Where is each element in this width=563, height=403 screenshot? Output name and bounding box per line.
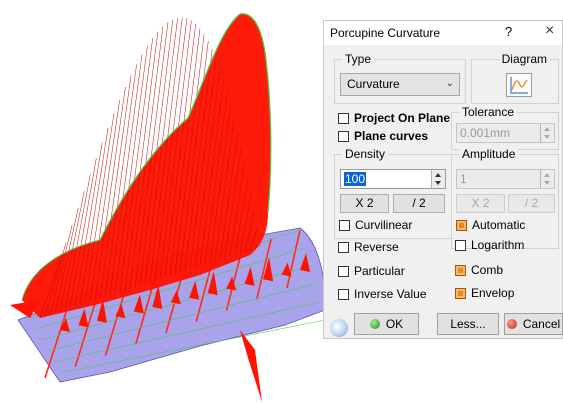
diagram-group-label: Diagram	[498, 52, 550, 66]
tolerance-group: Tolerance 0.001mm	[451, 105, 559, 150]
density-group-label: Density	[342, 147, 389, 161]
type-group-label: Type	[342, 52, 375, 66]
tolerance-field[interactable]: 0.001mm	[456, 123, 555, 143]
comb-label: Comb	[471, 263, 504, 277]
cancel-label: Cancel	[522, 317, 561, 331]
checkbox-box	[338, 288, 349, 300]
checkbox-box-checked	[456, 219, 467, 231]
status-orb-icon	[330, 319, 348, 337]
density-divide-button[interactable]: / 2	[393, 194, 445, 213]
type-group: Type Curvature ⌄	[334, 52, 466, 104]
amplitude-group-label: Amplitude	[459, 147, 519, 161]
checkbox-box-checked	[455, 287, 466, 299]
automatic-label: Automatic	[472, 218, 526, 232]
particular-label: Particular	[354, 264, 405, 278]
tolerance-spinner[interactable]	[540, 124, 554, 142]
reverse-label: Reverse	[354, 240, 399, 254]
checkbox-box	[455, 239, 466, 251]
project-on-plane-label: Project On Plane	[354, 111, 451, 125]
help-button[interactable]: ?	[505, 24, 512, 39]
amplitude-divide-button[interactable]: / 2	[508, 194, 555, 213]
plane-curves-checkbox[interactable]: Plane curves	[338, 128, 428, 144]
density-group: Density 100 X 2 / 2 Curvilinear	[334, 147, 452, 239]
ok-icon	[369, 319, 380, 329]
ok-button[interactable]: OK	[354, 313, 419, 335]
amplitude-field[interactable]: 1	[456, 169, 555, 189]
type-combo-value: Curvature	[347, 77, 400, 91]
amplitude-group: Amplitude 1 X 2 / 2 Automatic	[451, 147, 559, 249]
comb-checkbox[interactable]: Comb	[455, 262, 503, 278]
envelop-checkbox[interactable]: Envelop	[455, 285, 514, 301]
3d-viewport[interactable]	[0, 0, 330, 403]
checkbox-box	[338, 265, 349, 277]
checkbox-box	[338, 241, 349, 253]
tolerance-group-label: Tolerance	[459, 105, 518, 119]
tolerance-value: 0.001mm	[460, 126, 511, 140]
less-button[interactable]: Less...	[437, 313, 499, 335]
diagram-group: Diagram	[471, 52, 559, 104]
curvature-diagram-icon	[510, 77, 528, 94]
cancel-button[interactable]: Cancel	[504, 313, 563, 335]
automatic-checkbox[interactable]: Automatic	[456, 217, 525, 233]
project-on-plane-checkbox[interactable]: Project On Plane	[338, 110, 450, 126]
curvilinear-label: Curvilinear	[355, 218, 413, 232]
tail-spike	[240, 330, 262, 402]
inverse-value-label: Inverse Value	[354, 287, 427, 301]
cancel-icon	[506, 319, 517, 329]
logarithm-label: Logarithm	[471, 238, 525, 252]
density-field[interactable]: 100	[340, 169, 446, 189]
porcupine-curvature-dialog: Porcupine Curvature ? × Type Curvature ⌄…	[323, 20, 563, 339]
dialog-titlebar[interactable]: Porcupine Curvature ? ×	[324, 21, 562, 45]
logarithm-checkbox[interactable]: Logarithm	[455, 237, 524, 253]
checkbox-box-checked	[455, 264, 466, 276]
less-label: Less...	[450, 317, 486, 331]
plane-curves-label: Plane curves	[354, 129, 429, 143]
type-combo[interactable]: Curvature ⌄	[340, 73, 460, 96]
amplitude-spinner[interactable]	[540, 170, 554, 188]
curvilinear-checkbox[interactable]: Curvilinear	[339, 217, 412, 233]
inverse-value-checkbox[interactable]: Inverse Value	[338, 286, 427, 302]
density-value: 100	[344, 172, 367, 186]
reverse-checkbox[interactable]: Reverse	[338, 239, 399, 255]
checkbox-box	[339, 219, 350, 231]
checkbox-box	[338, 112, 349, 124]
close-button[interactable]: ×	[545, 22, 554, 40]
envelop-label: Envelop	[471, 286, 515, 300]
ok-label: OK	[385, 317, 404, 331]
checkbox-box	[338, 130, 349, 142]
curvature-comb-analysis	[10, 13, 326, 402]
dialog-title: Porcupine Curvature	[330, 26, 441, 40]
density-multiply-button[interactable]: X 2	[340, 194, 389, 213]
amplitude-value: 1	[460, 172, 467, 186]
particular-checkbox[interactable]: Particular	[338, 263, 405, 279]
diagram-button[interactable]	[506, 73, 532, 97]
chevron-down-icon: ⌄	[445, 78, 454, 89]
density-spinner[interactable]	[431, 170, 445, 188]
amplitude-multiply-button[interactable]: X 2	[456, 194, 505, 213]
